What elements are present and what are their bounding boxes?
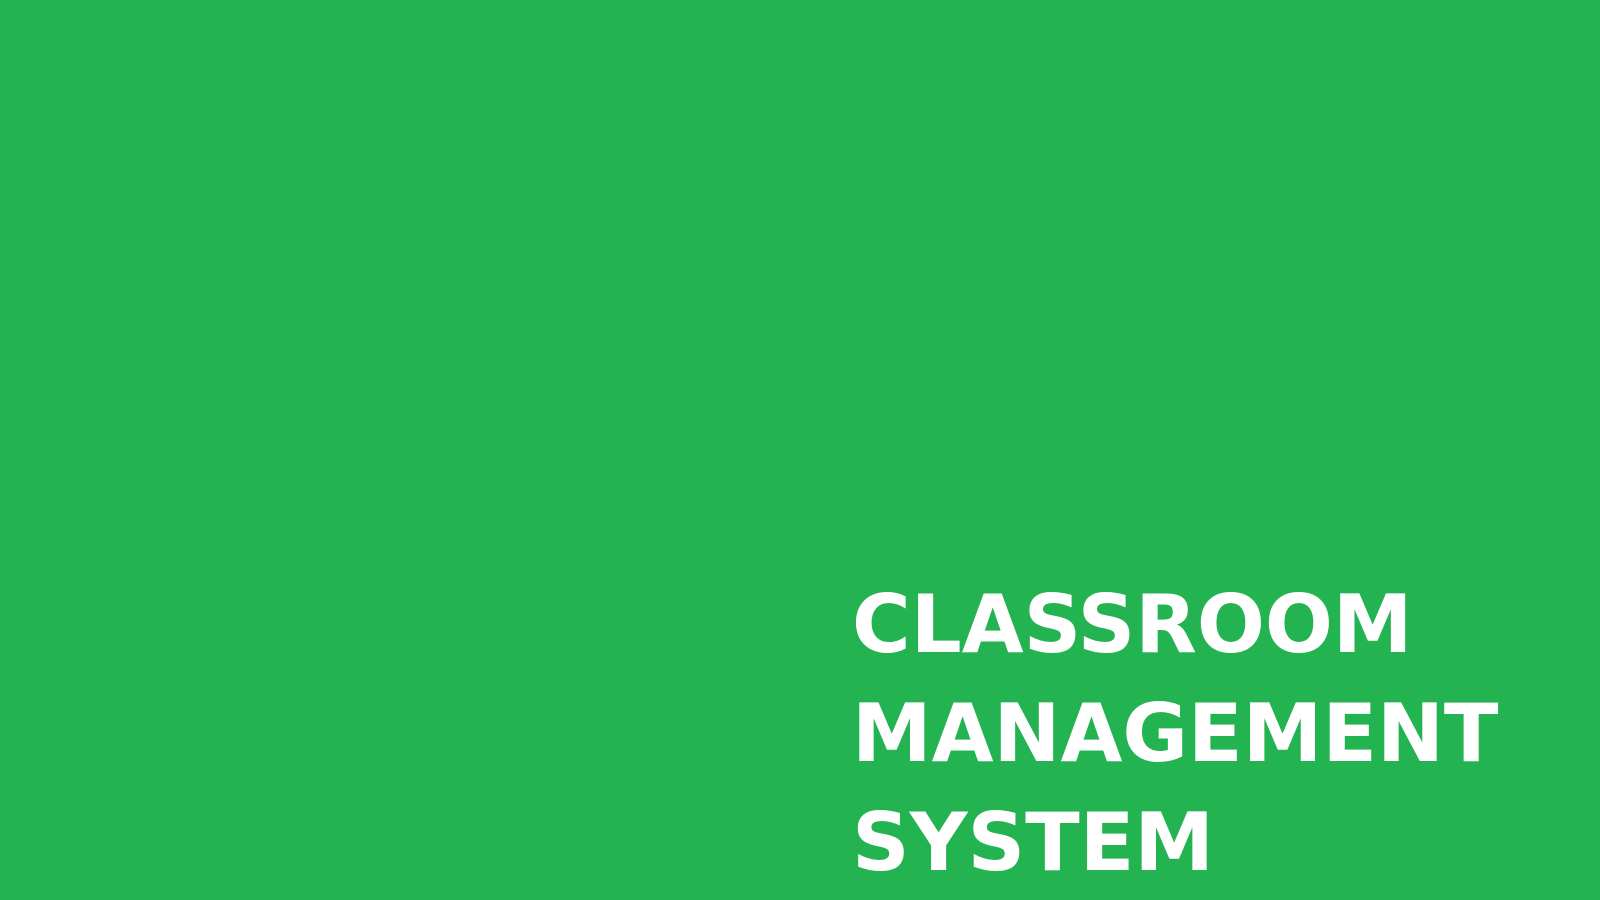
app-title-line-3: SYSTEM bbox=[852, 796, 1214, 889]
app-title-line-2: MANAGEMENT bbox=[852, 687, 1499, 780]
app-title: CLASSROOM MANAGEMENT SYSTEM bbox=[852, 570, 1498, 897]
app-title-line-1: CLASSROOM bbox=[852, 578, 1413, 671]
splash-screen: { "splash": { "title_lines": ["CLASSROOM… bbox=[0, 0, 1600, 900]
